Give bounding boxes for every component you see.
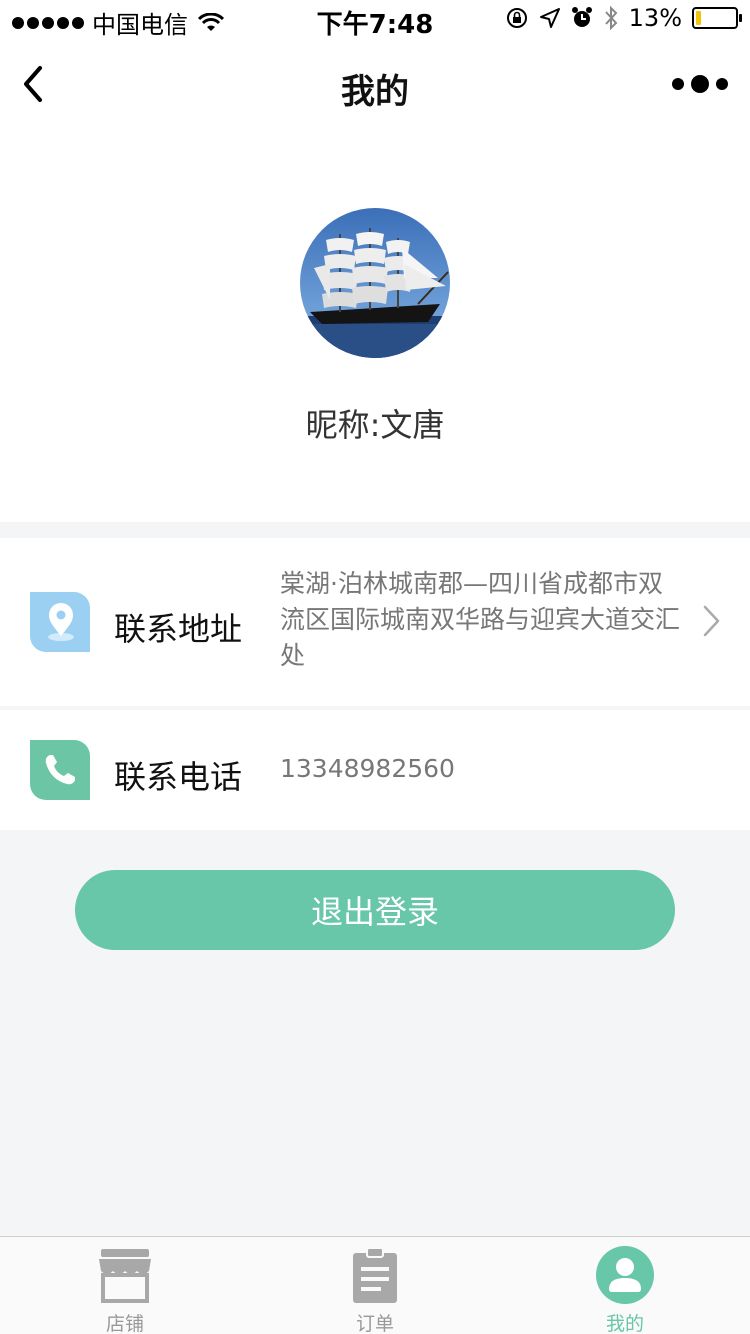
avatar[interactable] xyxy=(300,208,450,358)
bluetooth-icon xyxy=(604,5,618,31)
nickname: 昵称:文唐 xyxy=(305,406,445,444)
tab-store[interactable]: 店铺 xyxy=(0,1237,250,1334)
tab-mine[interactable]: 我的 xyxy=(500,1237,750,1334)
chevron-right-icon xyxy=(703,605,720,637)
navigation-bar: 我的 xyxy=(0,40,750,128)
more-dot xyxy=(672,78,684,90)
store-icon xyxy=(99,1249,151,1303)
alarm-icon xyxy=(571,7,592,27)
phone-value: 13348982560 xyxy=(280,754,455,783)
tab-label: 我的 xyxy=(605,1313,644,1334)
battery-percent: 13% xyxy=(628,4,682,32)
status-bar: 中国电信 下午7:48 13% xyxy=(0,0,750,40)
profile-card: 昵称:文唐 xyxy=(0,128,750,522)
location-arrow-icon xyxy=(539,8,560,28)
clipboard-icon xyxy=(353,1247,397,1303)
phone-icon xyxy=(30,740,90,800)
address-row[interactable]: 联系地址 棠湖·泊林城南郡—四川省成都市双流区国际城南双华路与迎宾大道交汇处 xyxy=(0,538,750,706)
battery-fill xyxy=(696,11,701,25)
status-right: 13% xyxy=(505,4,742,32)
tab-label: 店铺 xyxy=(105,1313,144,1334)
more-dot xyxy=(716,78,728,90)
address-value: 棠湖·泊林城南郡—四川省成都市双流区国际城南双华路与迎宾大道交汇处 xyxy=(280,569,681,670)
rotation-lock-icon xyxy=(506,8,527,28)
page-title: 我的 xyxy=(341,72,409,112)
tab-label: 订单 xyxy=(355,1313,394,1334)
more-button[interactable] xyxy=(672,70,728,98)
location-pin-icon xyxy=(30,592,90,652)
address-label: 联系地址 xyxy=(114,610,243,648)
tab-orders[interactable]: 订单 xyxy=(250,1237,500,1334)
user-icon xyxy=(596,1246,654,1304)
logout-button[interactable]: 退出登录 xyxy=(75,870,675,950)
more-dot xyxy=(691,75,709,93)
battery-icon xyxy=(692,7,742,29)
sailing-ship-image xyxy=(300,208,450,358)
phone-row[interactable]: 联系电话 13348982560 xyxy=(0,710,750,830)
phone-label: 联系电话 xyxy=(114,758,243,796)
tab-bar: 店铺 订单 我的 xyxy=(0,1236,750,1334)
